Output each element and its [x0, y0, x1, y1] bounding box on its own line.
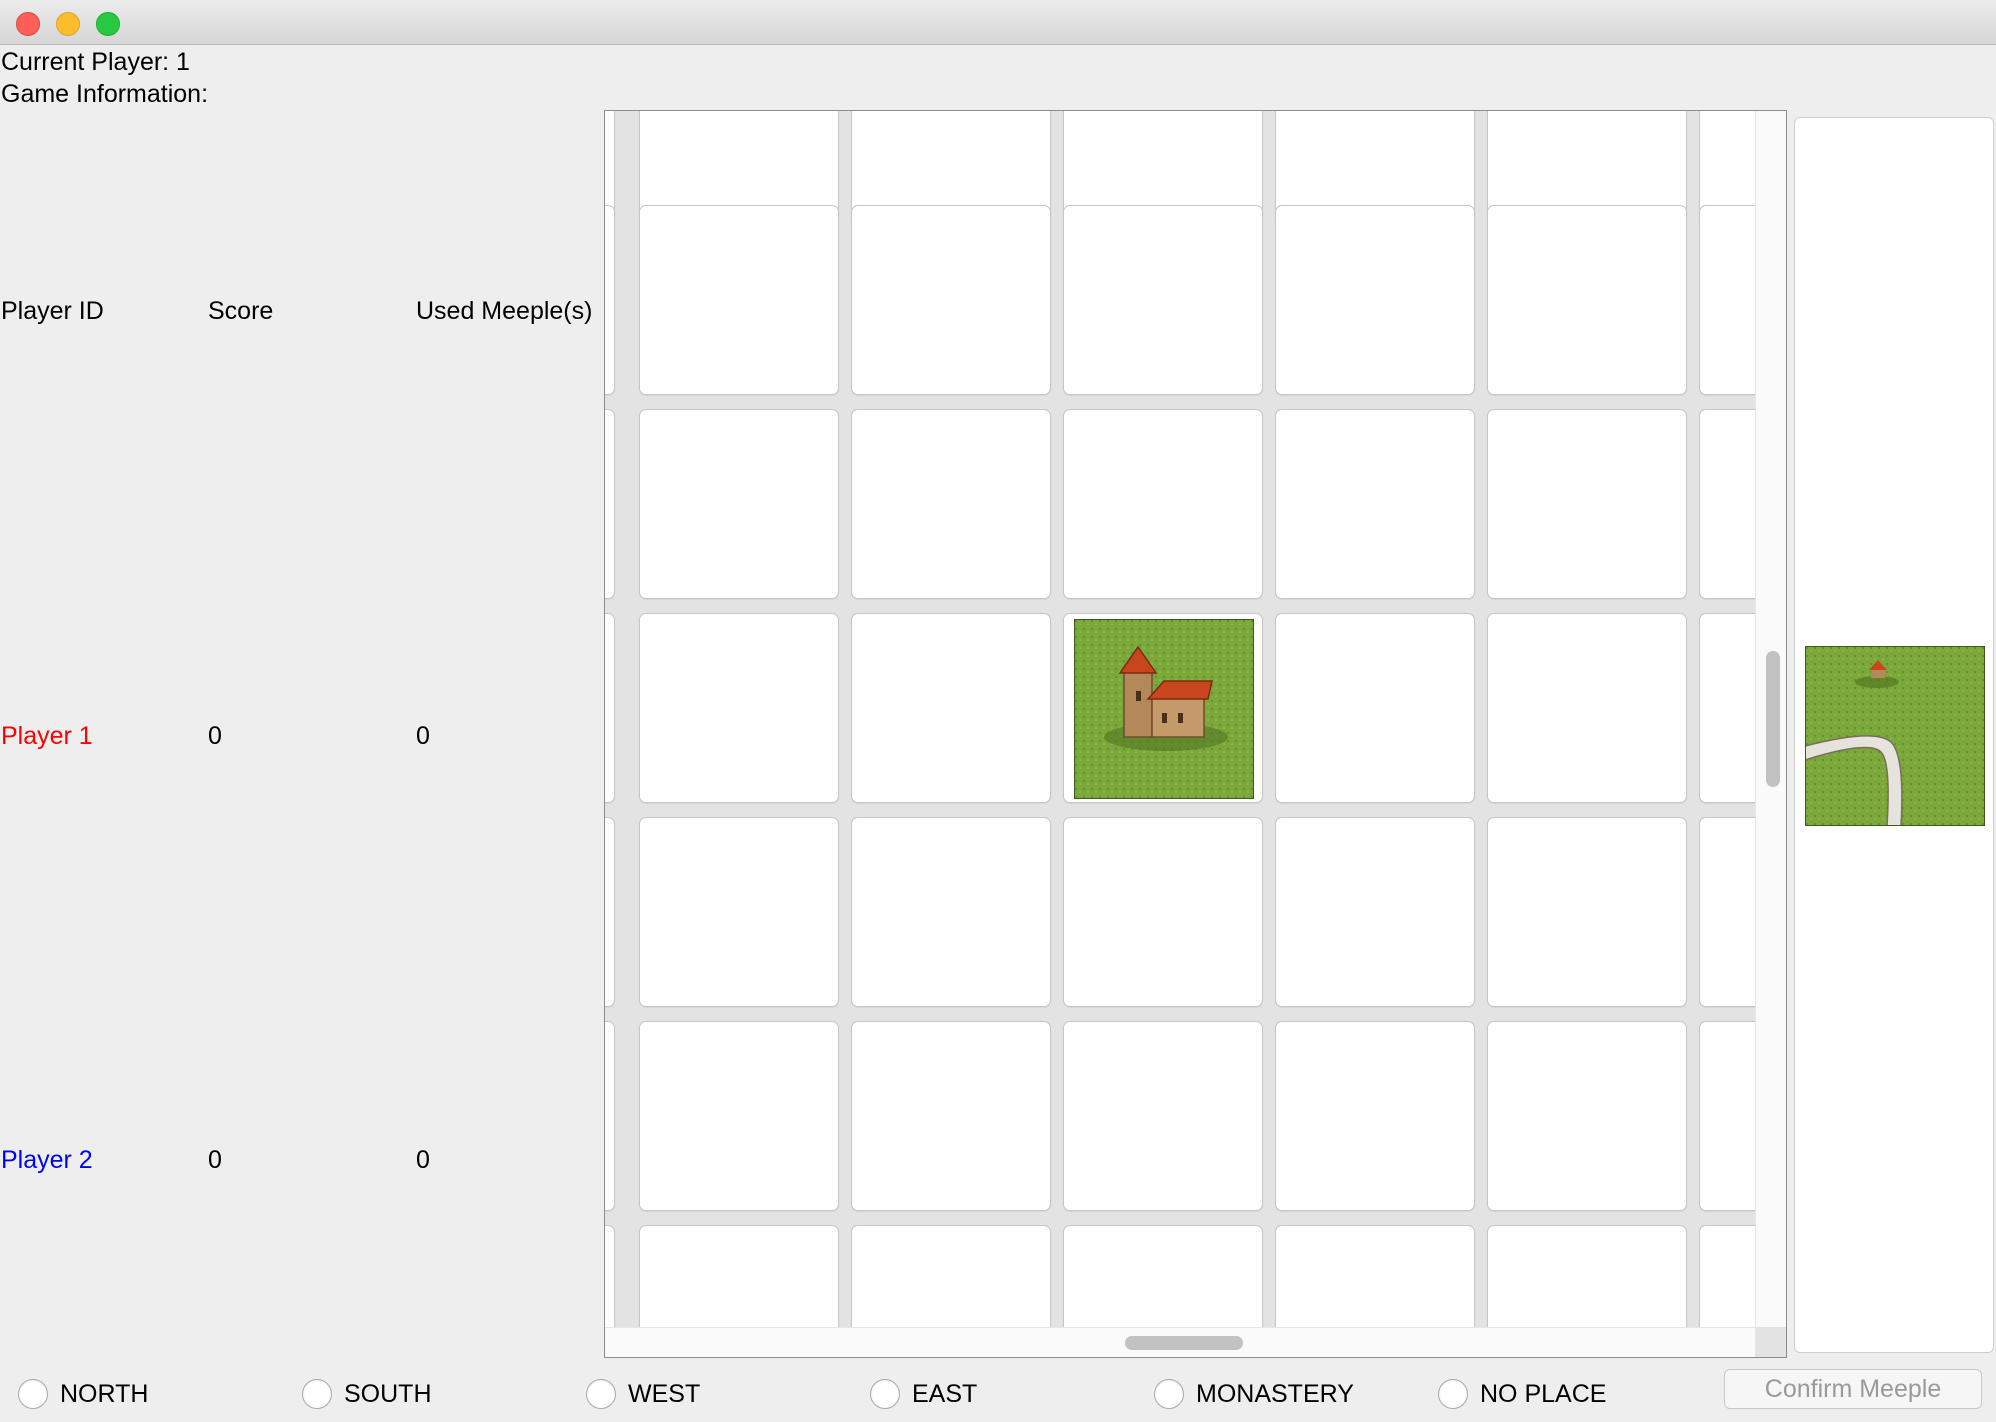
zoom-window-button[interactable] [96, 12, 120, 36]
board-cell[interactable] [851, 613, 1051, 803]
board-cell[interactable] [639, 1021, 839, 1211]
used-meeples-header: Used Meeple(s) [416, 297, 593, 325]
game-window: Current Player: 1 Game Information: Play… [0, 0, 1996, 1422]
board-cell[interactable] [605, 205, 615, 395]
close-window-button[interactable] [16, 12, 40, 36]
player-2-score: 0 [208, 1146, 222, 1174]
game-board[interactable] [604, 110, 1787, 1358]
board-cell[interactable] [639, 613, 839, 803]
board-cell[interactable] [1487, 205, 1687, 395]
board-cell[interactable] [1487, 613, 1687, 803]
score-header: Score [208, 297, 274, 325]
game-information-label: Game Information: [1, 80, 209, 108]
player-id-header: Player ID [1, 297, 104, 325]
board-cell[interactable] [851, 1225, 1051, 1327]
vertical-scroll-thumb[interactable] [1766, 651, 1780, 787]
board-cell[interactable] [1063, 205, 1263, 395]
next-tile-image[interactable] [1804, 645, 1986, 827]
board-cell[interactable] [1063, 1225, 1263, 1327]
board-cell[interactable] [1063, 817, 1263, 1007]
board-cell[interactable] [1699, 205, 1755, 395]
board-cell[interactable] [1063, 1021, 1263, 1211]
radio-label: EAST [912, 1380, 978, 1408]
board-cell[interactable] [1487, 817, 1687, 1007]
player-1-meeples: 0 [416, 722, 430, 750]
board-cell[interactable] [639, 1225, 839, 1327]
radio-label: MONASTERY [1196, 1380, 1354, 1408]
meeple-option-west[interactable]: WEST [586, 1377, 700, 1411]
meeple-option-monastery[interactable]: MONASTERY [1154, 1377, 1354, 1411]
horizontal-scrollbar[interactable] [605, 1327, 1755, 1357]
board-cell[interactable] [1275, 205, 1475, 395]
board-cell[interactable] [1275, 613, 1475, 803]
horizontal-scroll-thumb[interactable] [1125, 1336, 1243, 1350]
board-grid[interactable] [605, 111, 1755, 1327]
monastery-road-curve-icon [1804, 645, 1986, 827]
vertical-scrollbar[interactable] [1755, 111, 1786, 1327]
board-cell[interactable] [1487, 1225, 1687, 1327]
board-cell[interactable] [605, 817, 615, 1007]
board-cell[interactable] [1699, 409, 1755, 599]
radio-button[interactable] [18, 1379, 48, 1409]
board-cell[interactable] [1699, 1225, 1755, 1327]
radio-button[interactable] [302, 1379, 332, 1409]
radio-button[interactable] [1438, 1379, 1468, 1409]
board-cell[interactable] [851, 409, 1051, 599]
board-cell[interactable] [851, 1021, 1051, 1211]
board-cell[interactable] [1699, 1021, 1755, 1211]
player-2-meeples: 0 [416, 1146, 430, 1174]
minimize-window-button[interactable] [56, 12, 80, 36]
board-cell[interactable] [639, 205, 839, 395]
board-cell-placed-tile[interactable] [1063, 613, 1263, 803]
meeple-option-east[interactable]: EAST [870, 1377, 977, 1411]
radio-label: WEST [628, 1380, 701, 1408]
board-cell[interactable] [1275, 817, 1475, 1007]
board-cell[interactable] [1063, 409, 1263, 599]
title-bar [0, 0, 1996, 45]
radio-button[interactable] [1154, 1379, 1184, 1409]
radio-label: NORTH [60, 1380, 149, 1408]
board-cell[interactable] [1275, 409, 1475, 599]
radio-button[interactable] [586, 1379, 616, 1409]
board-cell[interactable] [1487, 1021, 1687, 1211]
player-1-name: Player 1 [1, 722, 93, 750]
monastery-tile-icon [1074, 619, 1254, 799]
board-cell[interactable] [1487, 409, 1687, 599]
board-cell[interactable] [639, 817, 839, 1007]
meeple-option-south[interactable]: SOUTH [302, 1377, 432, 1411]
board-cell[interactable] [1699, 817, 1755, 1007]
board-cell[interactable] [605, 1021, 615, 1211]
board-cell[interactable] [605, 613, 615, 803]
next-tile-panel [1794, 117, 1994, 1353]
board-cell[interactable] [1699, 613, 1755, 803]
board-cell[interactable] [1275, 1225, 1475, 1327]
radio-label: NO PLACE [1480, 1380, 1607, 1408]
radio-label: SOUTH [344, 1380, 432, 1408]
board-cell[interactable] [639, 409, 839, 599]
board-cell[interactable] [851, 817, 1051, 1007]
board-cell[interactable] [1275, 1021, 1475, 1211]
confirm-meeple-button[interactable]: Confirm Meeple [1724, 1369, 1982, 1409]
current-player-label: Current Player: 1 [1, 48, 190, 76]
player-2-name: Player 2 [1, 1146, 93, 1174]
meeple-option-no-place[interactable]: NO PLACE [1438, 1377, 1606, 1411]
board-cell[interactable] [605, 409, 615, 599]
board-cell[interactable] [851, 205, 1051, 395]
meeple-option-north[interactable]: NORTH [18, 1377, 148, 1411]
player-1-score: 0 [208, 722, 222, 750]
board-cell[interactable] [605, 1225, 615, 1327]
radio-button[interactable] [870, 1379, 900, 1409]
